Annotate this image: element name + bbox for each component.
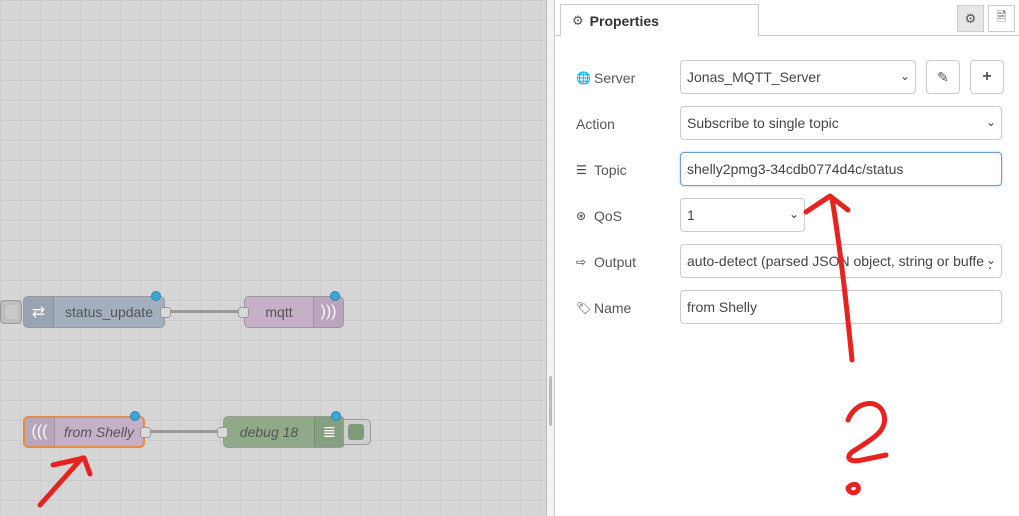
chevron-down-icon: ⌄ — [897, 69, 910, 83]
properties-panel: ⚙ Properties ⚙ 🗎 🌐 Server Jonas_MQTT_Ser… — [555, 0, 1019, 516]
changed-indicator-dot — [130, 411, 140, 421]
node-label: debug 18 — [239, 424, 299, 440]
output-label-text: Output — [594, 254, 637, 270]
node-debug[interactable]: debug 18 ≣ — [217, 411, 345, 448]
name-input-value: from Shelly — [687, 299, 758, 315]
output-select[interactable]: auto-detect (parsed JSON object, string … — [680, 244, 1002, 278]
splitter-grip[interactable] — [549, 376, 552, 426]
gear-icon: ⚙ — [572, 12, 584, 28]
panel-tab-bar: ⚙ Properties ⚙ 🗎 — [555, 0, 1019, 37]
chevron-down-icon: ⌄ — [786, 207, 799, 221]
asterisk-circle-icon: ⊛ — [576, 209, 587, 223]
wire-shelly-to-debug[interactable] — [145, 430, 225, 433]
row-qos: ⊛ QoS 1 ⌄ — [555, 198, 1019, 234]
server-select-value: Jonas_MQTT_Server — [687, 69, 821, 85]
qos-select[interactable]: 1 ⌄ — [680, 198, 805, 232]
inject-trigger-square — [5, 305, 18, 319]
server-select[interactable]: Jonas_MQTT_Server ⌄ — [680, 60, 916, 94]
row-topic: ☰ Topic shelly2pmg3-34cdb0774d4c/status — [555, 152, 1019, 188]
name-input[interactable]: from Shelly — [680, 290, 1002, 324]
edit-server-button[interactable]: ✎ — [926, 60, 960, 94]
changed-indicator-dot — [151, 291, 161, 301]
topic-label-text: Topic — [594, 162, 627, 178]
tab-properties-label: Properties — [589, 12, 659, 29]
changed-indicator-dot — [330, 291, 340, 301]
topic-input[interactable]: shelly2pmg3-34cdb0774d4c/status — [680, 152, 1002, 186]
action-label: Action — [576, 116, 615, 132]
input-port[interactable] — [238, 307, 249, 318]
output-port[interactable] — [140, 427, 151, 438]
node-label: mqtt — [265, 304, 293, 320]
plus-icon: + — [982, 68, 992, 85]
row-server: 🌐 Server Jonas_MQTT_Server ⌄ ✎ + — [555, 60, 1019, 96]
tag-icon: 🏷 — [576, 301, 592, 315]
qos-select-value: 1 — [687, 207, 695, 223]
list-lines-icon: ≣ — [314, 417, 344, 447]
node-label: from Shelly — [63, 424, 135, 440]
input-port[interactable] — [217, 427, 228, 438]
description-doc-button[interactable]: 🗎 — [988, 5, 1015, 32]
output-label: ⇨ Output — [576, 244, 636, 280]
topic-label: ☰ Topic — [576, 152, 627, 188]
node-status-update[interactable]: ⇄ status_update — [23, 291, 171, 328]
debug-toggle-square — [348, 424, 364, 440]
node-mqtt-out[interactable]: mqtt ))) — [238, 291, 344, 328]
link-arrows-icon: ⇄ — [24, 297, 54, 327]
tab-properties[interactable]: ⚙ Properties — [560, 4, 759, 37]
node-label: status_update — [65, 304, 153, 320]
panel-splitter[interactable] — [546, 0, 555, 516]
inject-trigger-button[interactable] — [0, 300, 22, 324]
wireless-signal-icon: ((( — [25, 418, 55, 446]
settings-gear-button[interactable]: ⚙ — [957, 5, 984, 32]
chevron-down-icon: ⌄ — [983, 115, 996, 129]
qos-label-text: QoS — [594, 208, 623, 224]
add-server-button[interactable]: + — [970, 60, 1004, 94]
wireless-signal-icon: ))) — [313, 297, 343, 327]
row-name: 🏷 Name from Shelly — [555, 290, 1019, 326]
name-label: 🏷 Name — [576, 290, 631, 326]
output-port[interactable] — [160, 307, 171, 318]
row-output: ⇨ Output auto-detect (parsed JSON object… — [555, 244, 1019, 280]
qos-label: ⊛ QoS — [576, 198, 622, 234]
document-icon: 🗎 — [996, 8, 1007, 24]
globe-icon: 🌐 — [576, 71, 591, 85]
wire-status-to-mqtt[interactable] — [165, 310, 245, 313]
name-label-text: Name — [594, 300, 632, 316]
row-action: Action Subscribe to single topic ⌄ — [555, 106, 1019, 142]
server-label: 🌐 Server — [576, 60, 635, 96]
flow-workspace[interactable]: ⇄ status_update mqtt ))) ((( from Shelly… — [0, 0, 546, 516]
output-select-value: auto-detect (parsed JSON object, string … — [687, 253, 994, 269]
chevron-down-icon: ⌄ — [983, 253, 996, 267]
changed-indicator-dot — [331, 411, 341, 421]
tasks-list-icon: ☰ — [576, 163, 587, 177]
pencil-icon: ✎ — [937, 68, 949, 85]
action-select-value: Subscribe to single topic — [687, 115, 839, 131]
debug-toggle-button[interactable] — [343, 419, 371, 445]
action-select[interactable]: Subscribe to single topic ⌄ — [680, 106, 1002, 140]
gear-icon: ⚙ — [964, 10, 977, 26]
sign-out-icon: ⇨ — [576, 255, 587, 269]
server-label-text: Server — [594, 70, 636, 86]
topic-input-value: shelly2pmg3-34cdb0774d4c/status — [687, 161, 904, 177]
node-from-shelly[interactable]: ((( from Shelly — [23, 411, 151, 448]
